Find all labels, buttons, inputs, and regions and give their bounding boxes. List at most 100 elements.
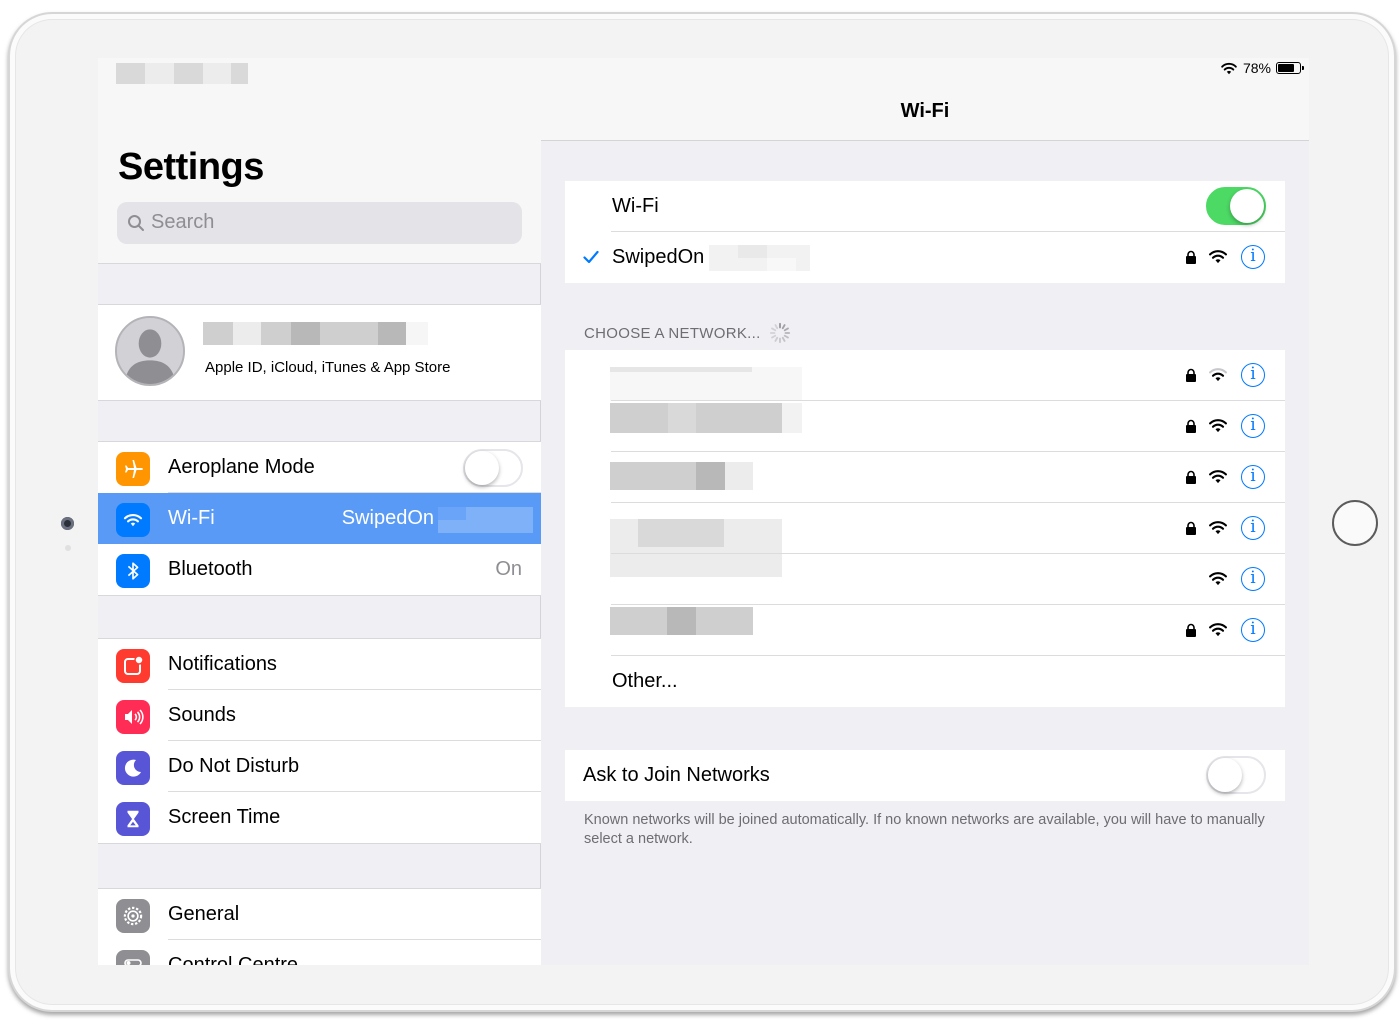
sidebar-item-label: Do Not Disturb bbox=[168, 755, 300, 777]
ask-to-join-row: Ask to Join Networks bbox=[565, 750, 1285, 801]
page-title: Settings bbox=[118, 146, 264, 188]
network-row[interactable]: i bbox=[565, 554, 1285, 605]
lock-icon bbox=[1186, 623, 1196, 637]
ask-to-join-footnote: Known networks will be joined automatica… bbox=[584, 812, 1265, 847]
redacted-pixel bbox=[638, 519, 724, 547]
info-icon[interactable]: i bbox=[1241, 618, 1265, 642]
ambient-sensor bbox=[65, 545, 71, 551]
sounds-icon bbox=[116, 700, 150, 734]
redacted-network-name bbox=[610, 607, 753, 635]
lock-icon bbox=[1186, 250, 1196, 264]
network-row[interactable]: i bbox=[565, 401, 1285, 452]
sidebar-item-label: Sounds bbox=[168, 704, 236, 726]
sidebar-item-label: Wi-Fi bbox=[168, 507, 215, 529]
redacted-pixel bbox=[738, 245, 767, 258]
search-input[interactable]: Search bbox=[117, 202, 522, 244]
sidebar-item-label: Control Centre bbox=[168, 954, 299, 965]
notifications-group: Notifications Sounds Do Not Disturb Scre… bbox=[98, 638, 541, 844]
bluetooth-icon bbox=[116, 554, 150, 588]
aeroplane-mode-toggle[interactable] bbox=[463, 449, 523, 487]
person-silhouette-icon bbox=[117, 318, 183, 384]
other-network-label: Other... bbox=[612, 670, 678, 692]
redacted-network-suffix bbox=[709, 245, 810, 271]
redacted-pixel bbox=[610, 367, 752, 372]
network-row[interactable]: i bbox=[565, 605, 1285, 656]
switches-icon bbox=[116, 950, 150, 965]
wifi-icon bbox=[116, 503, 150, 537]
search-placeholder: Search bbox=[151, 211, 215, 233]
wifi-toggle-row: Wi-Fi bbox=[565, 181, 1285, 232]
connected-network-row[interactable]: SwipedOn i bbox=[565, 232, 1285, 283]
redacted-pixel bbox=[291, 322, 320, 345]
sidebar-item-label: Bluetooth bbox=[168, 558, 253, 580]
info-icon[interactable]: i bbox=[1241, 516, 1265, 540]
lock-icon bbox=[1186, 470, 1196, 484]
sidebar-item-label: Aeroplane Mode bbox=[168, 456, 315, 478]
section-header-label: CHOOSE A NETWORK... bbox=[584, 324, 761, 342]
redacted-time bbox=[116, 63, 248, 84]
signal-wifi-icon bbox=[1209, 419, 1227, 433]
redacted-pixel bbox=[233, 322, 261, 345]
network-list: i i i i i i Other... bbox=[565, 350, 1285, 707]
lock-icon bbox=[1186, 368, 1196, 382]
info-icon[interactable]: i bbox=[1241, 363, 1265, 387]
connectivity-group: Aeroplane Mode Wi-Fi SwipedOn Bluetooth … bbox=[98, 441, 541, 596]
notifications-icon bbox=[116, 649, 150, 683]
info-icon[interactable]: i bbox=[1241, 465, 1265, 489]
sidebar-item-value: On bbox=[495, 558, 522, 580]
network-row[interactable]: i bbox=[565, 503, 1285, 577]
sidebar-item-control-centre[interactable]: Control Centre bbox=[98, 940, 541, 965]
network-row[interactable]: i bbox=[565, 452, 1285, 503]
sidebar-item-label: Screen Time bbox=[168, 806, 281, 828]
network-row[interactable]: i bbox=[565, 350, 1285, 401]
redacted-pixel bbox=[145, 63, 174, 84]
signal-wifi-icon bbox=[1209, 572, 1227, 586]
sidebar-item-wifi[interactable]: Wi-Fi SwipedOn bbox=[98, 493, 541, 544]
sidebar-item-bluetooth[interactable]: Bluetooth On bbox=[98, 544, 541, 595]
redacted-pixel bbox=[378, 322, 406, 345]
redacted-pixel bbox=[725, 462, 753, 490]
airplane-icon bbox=[116, 452, 150, 486]
redacted-network-suffix bbox=[438, 507, 533, 533]
sidebar-item-screen-time[interactable]: Screen Time bbox=[98, 792, 541, 843]
signal-wifi-icon bbox=[1209, 250, 1227, 264]
ask-to-join-toggle[interactable] bbox=[1206, 756, 1266, 794]
screen: Settings Search Apple ID, iCloud, iTunes… bbox=[98, 58, 1309, 965]
sidebar-item-sounds[interactable]: Sounds bbox=[98, 690, 541, 741]
lock-icon bbox=[1186, 521, 1196, 535]
sidebar-item-value: SwipedOn bbox=[341, 507, 434, 529]
sidebar-item-notifications[interactable]: Notifications bbox=[98, 639, 541, 690]
general-group: General Control Centre bbox=[98, 888, 541, 965]
redacted-pixel bbox=[406, 322, 428, 345]
battery-icon bbox=[1276, 62, 1304, 74]
wifi-toggle[interactable] bbox=[1206, 187, 1266, 225]
battery-percent: 78% bbox=[1242, 60, 1271, 76]
search-icon bbox=[128, 215, 144, 231]
ask-to-join-card: Ask to Join Networks bbox=[565, 750, 1285, 801]
redacted-pixel bbox=[767, 258, 796, 271]
wifi-detail-pane: 78% Wi-Fi Wi-Fi SwipedOn i CHOOSE A NETW… bbox=[541, 58, 1309, 965]
sidebar-item-label: Notifications bbox=[168, 653, 277, 675]
info-icon[interactable]: i bbox=[1241, 567, 1265, 591]
sidebar-item-general[interactable]: General bbox=[98, 889, 541, 940]
battery-fill bbox=[1278, 64, 1294, 72]
moon-icon bbox=[116, 751, 150, 785]
redacted-pixel bbox=[782, 403, 802, 433]
home-button[interactable] bbox=[1332, 500, 1378, 546]
account-subtitle: Apple ID, iCloud, iTunes & App Store bbox=[205, 359, 451, 376]
navigation-bar: 78% Wi-Fi bbox=[541, 58, 1309, 141]
redacted-network-name bbox=[610, 403, 802, 433]
info-icon[interactable]: i bbox=[1241, 245, 1265, 269]
wifi-label: Wi-Fi bbox=[612, 195, 659, 217]
avatar bbox=[115, 316, 185, 386]
sidebar-item-do-not-disturb[interactable]: Do Not Disturb bbox=[98, 741, 541, 792]
other-network-row[interactable]: Other... bbox=[565, 656, 1285, 707]
settings-sidebar: Settings Search Apple ID, iCloud, iTunes… bbox=[98, 58, 541, 965]
redacted-pixel bbox=[203, 63, 231, 84]
redacted-network-name bbox=[610, 367, 802, 401]
account-row[interactable]: Apple ID, iCloud, iTunes & App Store bbox=[98, 305, 541, 400]
redacted-network-name bbox=[610, 462, 753, 490]
info-icon[interactable]: i bbox=[1241, 414, 1265, 438]
battery-tip bbox=[1302, 66, 1304, 70]
sidebar-item-aeroplane-mode[interactable]: Aeroplane Mode bbox=[98, 442, 541, 493]
